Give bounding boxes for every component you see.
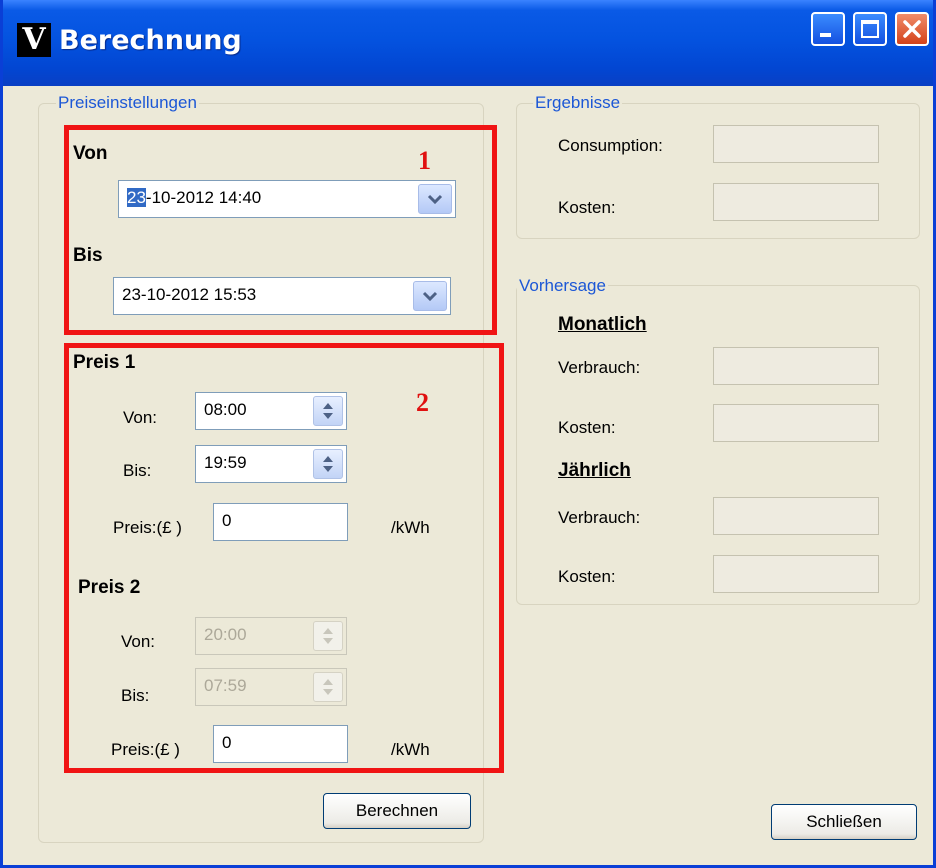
minimize-button[interactable] bbox=[811, 12, 845, 46]
yearly-kosten-label: Kosten: bbox=[558, 567, 616, 586]
forecast-legend: Vorhersage bbox=[517, 276, 608, 296]
schliessen-button[interactable]: Schließen bbox=[771, 804, 917, 840]
berechnen-button[interactable]: Berechnen bbox=[323, 793, 471, 829]
kosten-output bbox=[713, 183, 879, 221]
consumption-output bbox=[713, 125, 879, 163]
monatlich-heading: Monatlich bbox=[558, 314, 647, 335]
annotation-box-1 bbox=[64, 125, 497, 335]
results-legend: Ergebnisse bbox=[533, 93, 623, 113]
monthly-kosten-output bbox=[713, 404, 879, 442]
title-bar[interactable]: V Berechnung bbox=[3, 0, 933, 86]
monthly-kosten-label: Kosten: bbox=[558, 418, 616, 437]
consumption-label: Consumption: bbox=[558, 136, 663, 155]
yearly-kosten-output bbox=[713, 555, 879, 593]
annotation-box-2 bbox=[64, 343, 504, 773]
monthly-verbrauch-output bbox=[713, 347, 879, 385]
yearly-verbrauch-output bbox=[713, 497, 879, 535]
kosten-label: Kosten: bbox=[558, 198, 616, 217]
maximize-button[interactable] bbox=[853, 12, 887, 46]
window-title: Berechnung bbox=[59, 25, 242, 56]
annotation-number-2: 2 bbox=[416, 388, 429, 417]
calculation-window: V Berechnung Preiseinstellungen Von 23-1… bbox=[0, 0, 936, 868]
yearly-verbrauch-label: Verbrauch: bbox=[558, 508, 641, 527]
annotation-number-1: 1 bbox=[418, 146, 431, 175]
monthly-verbrauch-label: Verbrauch: bbox=[558, 358, 641, 377]
close-button[interactable] bbox=[895, 12, 929, 46]
price-settings-legend: Preiseinstellungen bbox=[56, 93, 199, 113]
jaehrlich-heading: Jährlich bbox=[558, 460, 631, 481]
v-logo-icon: V bbox=[17, 23, 51, 57]
